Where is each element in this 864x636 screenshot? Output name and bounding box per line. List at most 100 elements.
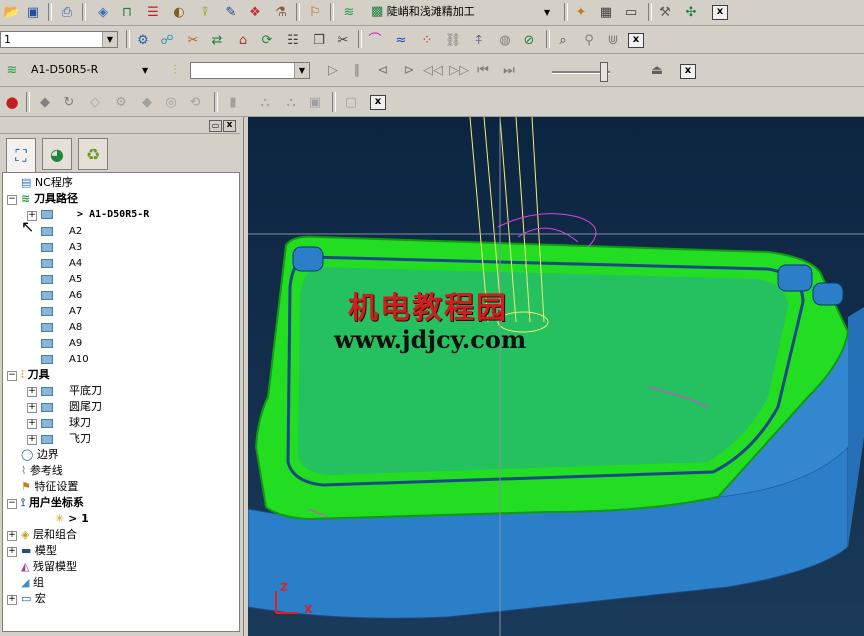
tab-globe[interactable]: ◕	[42, 138, 72, 170]
reorder-icon[interactable]: ⇄	[208, 31, 226, 49]
collapse-icon[interactable]: −	[7, 499, 17, 509]
expand-icon[interactable]: +	[7, 595, 17, 605]
connect-icon[interactable]: ☍	[158, 31, 176, 49]
expand-icon[interactable]: +	[27, 419, 37, 429]
points-icon[interactable]: ⁘	[418, 31, 436, 49]
tree-item-toolpath[interactable]: A9	[41, 335, 82, 351]
close-toolbar-button[interactable]: x	[370, 95, 386, 110]
link-icon[interactable]: ⚙	[134, 31, 152, 49]
pin-icon[interactable]: ⚲	[580, 31, 598, 49]
close-toolbar-button[interactable]: x	[680, 64, 696, 79]
play-icon[interactable]: ▷	[324, 61, 342, 79]
open-folder-icon[interactable]: 📂	[3, 3, 21, 21]
gear-icon[interactable]: ⚙	[112, 93, 130, 111]
tree-item-macros[interactable]: ▭ 宏	[21, 591, 46, 607]
tree-item-levels[interactable]: ◈ 层和组合	[21, 527, 77, 543]
tree-item-active-toolpath[interactable]: > A1-D50R5-R	[41, 207, 149, 223]
start-point-icon[interactable]: ☰	[144, 3, 162, 21]
tree-item-feature-sets[interactable]: ⚑ 特征设置	[21, 479, 78, 495]
chevron-down-icon[interactable]: ▼	[142, 66, 148, 75]
wave-icon[interactable]: ≈	[392, 31, 410, 49]
expand-icon[interactable]: +	[7, 531, 17, 541]
wireframe-icon[interactable]: ◇	[86, 93, 104, 111]
eject-icon[interactable]: ⏏	[648, 61, 666, 79]
save-disk-icon[interactable]: ▣	[306, 93, 324, 111]
fast-forward-icon[interactable]: ▷▷	[449, 61, 469, 79]
block-icon[interactable]: ◈	[94, 3, 112, 21]
calculate-icon[interactable]: ✦	[572, 3, 590, 21]
toolpath-icon[interactable]: ≋	[340, 3, 358, 21]
ruler-icon[interactable]: ▭	[622, 3, 640, 21]
expand-icon[interactable]: +	[27, 435, 37, 445]
tree-item-tool-type[interactable]: 球刀	[41, 415, 91, 431]
levels-icon[interactable]: ❖	[246, 3, 264, 21]
speed-slider-thumb[interactable]	[600, 62, 608, 82]
rewind-icon[interactable]: ◁◁	[423, 61, 443, 79]
leads-icon[interactable]: ⚒	[656, 3, 674, 21]
copy-icon[interactable]: ❐	[310, 31, 328, 49]
tree-item-tool-type[interactable]: 飞刀	[41, 431, 91, 447]
frame-icon[interactable]: ▢	[342, 93, 360, 111]
cube-icon[interactable]: ◆	[138, 93, 156, 111]
magnet-icon[interactable]: ⋓	[604, 31, 622, 49]
tree-item-toolpath[interactable]: A2	[41, 223, 82, 239]
tree-item-groups[interactable]: ◢ 组	[21, 575, 44, 591]
tool-combo[interactable]: ▼	[190, 62, 310, 79]
tool-icon[interactable]: ⍒	[196, 3, 214, 21]
collapse-icon[interactable]: −	[7, 195, 17, 205]
tree-item-user-coords[interactable]: ⟟ 用户坐标系	[21, 495, 84, 511]
bar-icon[interactable]: ▮	[224, 93, 242, 111]
tree-item-models[interactable]: ▬ 模型	[21, 543, 57, 559]
tree-item-stock-models[interactable]: ◭ 残留模型	[21, 559, 77, 575]
stock-compare-icon[interactable]: ⛬	[282, 93, 300, 111]
save-icon[interactable]: ▣	[24, 3, 42, 21]
tree-item-reference-lines[interactable]: ⌇ 参考线	[21, 463, 63, 479]
calculator-icon[interactable]: ▦	[597, 3, 615, 21]
tree-item-tool-type[interactable]: 圆尾刀	[41, 399, 102, 415]
edit-toolpath-icon[interactable]: ✂	[184, 31, 202, 49]
list-icon[interactable]: ☷	[284, 31, 302, 49]
refresh-icon[interactable]: ⟳	[258, 31, 276, 49]
expand-icon[interactable]: +	[7, 547, 17, 557]
magnify-icon[interactable]: ⌕	[554, 31, 572, 49]
cut-icon[interactable]: ✂	[334, 31, 352, 49]
tree-item-toolpath[interactable]: A8	[41, 319, 82, 335]
expand-icon[interactable]: +	[27, 403, 37, 413]
gouge-icon[interactable]: ◍	[496, 31, 514, 49]
rotate-view-icon[interactable]: ↻	[60, 93, 78, 111]
chain-icon[interactable]: ⛓	[444, 31, 462, 49]
step-back-icon[interactable]: ⊲	[374, 61, 392, 79]
tree-item-toolpath[interactable]: A4	[41, 255, 82, 271]
close-toolbar-button[interactable]: x	[628, 33, 644, 48]
collapse-icon[interactable]: −	[7, 371, 17, 381]
feed-rate-icon[interactable]: ◐	[170, 3, 188, 21]
tool-axis-icon[interactable]: ⍏	[470, 31, 488, 49]
tree-item-toolpath[interactable]: A10	[41, 351, 89, 367]
go-start-icon[interactable]: ⏮	[474, 61, 492, 79]
tree-item-tools[interactable]: ⫶ 刀具	[21, 367, 50, 383]
go-end-icon[interactable]: ⏭	[500, 61, 518, 79]
tab-explorer[interactable]: ⛶	[6, 138, 36, 172]
tree-item-toolpath[interactable]: A5	[41, 271, 82, 287]
restore-icon[interactable]: ▭	[209, 120, 222, 132]
shaded-icon[interactable]: ◆	[36, 93, 54, 111]
rapid-move-icon[interactable]: ⊓	[118, 3, 136, 21]
move-icon[interactable]: ✣	[682, 3, 700, 21]
tree-item-boundaries[interactable]: ◯ 边界	[21, 447, 59, 463]
step-forward-icon[interactable]: ⊳	[400, 61, 418, 79]
record-icon[interactable]: ●	[3, 93, 21, 111]
tree-item-tool-type[interactable]: 平底刀	[41, 383, 102, 399]
pattern-icon[interactable]: ⌂	[234, 31, 252, 49]
limit-icon[interactable]: ⊘	[520, 31, 538, 49]
pause-icon[interactable]: ∥	[348, 61, 366, 79]
toolpath-strategy-icon[interactable]: ⚐	[306, 3, 324, 21]
tree-item-toolpath[interactable]: A7	[41, 303, 82, 319]
strategy-combo[interactable]: ▩ 陡峭和浅滩精加工	[368, 4, 558, 21]
tab-recycle[interactable]: ♻	[78, 138, 108, 170]
expand-icon[interactable]: +	[27, 387, 37, 397]
refresh-view-icon[interactable]: ⟲	[186, 93, 204, 111]
tree-item-toolpath[interactable]: A3	[41, 239, 82, 255]
close-toolbar-button[interactable]: x	[712, 5, 728, 20]
tool-holder-icon[interactable]: ⚗	[272, 3, 290, 21]
tree-item-user-coord-1[interactable]: ✳ > 1	[55, 511, 89, 527]
